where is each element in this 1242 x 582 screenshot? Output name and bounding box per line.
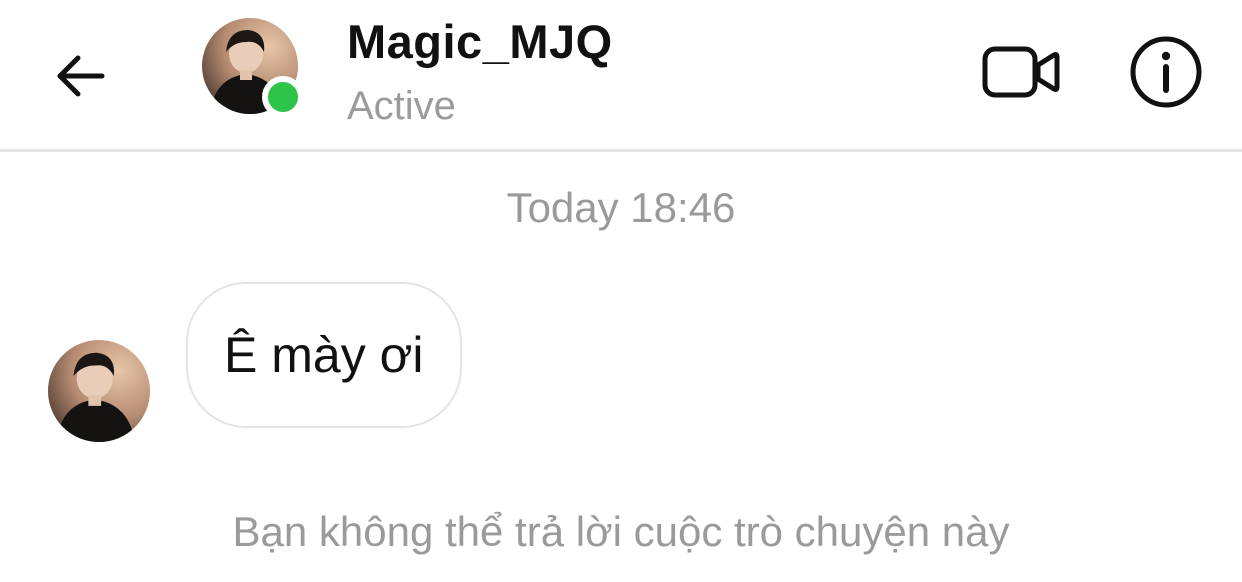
message-timestamp: Today 18:46 <box>506 184 736 231</box>
back-button[interactable] <box>44 40 116 112</box>
chat-header: Magic_MJQ Active <box>0 0 1242 152</box>
contact-title[interactable]: Magic_MJQ Active <box>347 12 613 132</box>
video-call-icon <box>982 46 1060 98</box>
avatar-photo <box>48 340 150 442</box>
contact-avatar[interactable] <box>202 18 304 118</box>
video-call-button[interactable] <box>976 36 1066 108</box>
contact-name: Magic_MJQ <box>347 15 613 68</box>
message-bubble[interactable]: Ê mày ơi <box>186 282 462 428</box>
online-status-dot <box>262 76 304 118</box>
message-sender-avatar[interactable] <box>48 340 150 442</box>
cannot-reply-notice: Bạn không thể trả lời cuộc trò chuyện nà… <box>232 508 1010 555</box>
message-text: Ê mày ơi <box>224 327 424 383</box>
chat-screen: Magic_MJQ Active Today 18:46 Ê mày ơi Bạ… <box>0 0 1242 582</box>
info-icon <box>1130 36 1202 108</box>
contact-status: Active <box>347 84 456 128</box>
back-arrow-icon <box>57 55 105 97</box>
info-button[interactable] <box>1124 30 1208 114</box>
